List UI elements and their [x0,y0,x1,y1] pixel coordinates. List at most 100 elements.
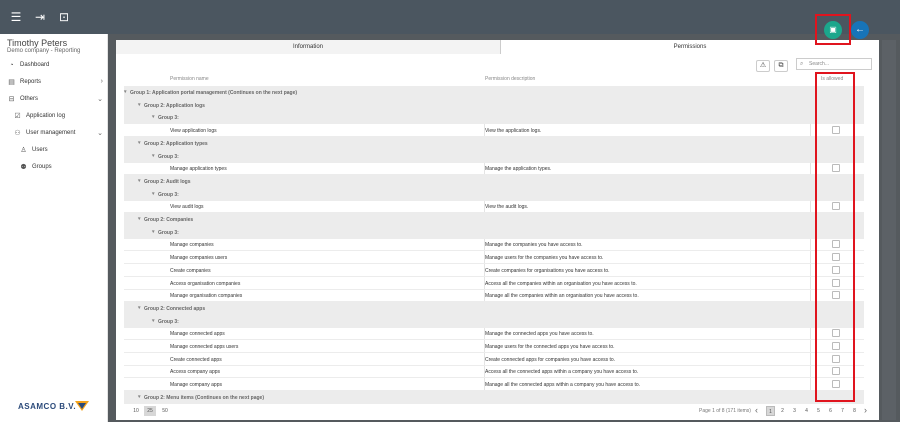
group-label: Group 2: Companies [144,217,194,223]
sidebar-item-label: User management [26,130,76,136]
permission-description: View the audit logs. [485,204,529,211]
group-label: Group 2: Application types [144,140,208,147]
groups-icon: ⚉ [20,164,27,171]
collapse-icon[interactable]: ▾ [138,394,141,400]
collapse-icon[interactable]: ▾ [152,318,155,324]
page-size-10[interactable]: 10 [130,406,142,416]
sidebar-item-user-management[interactable]: ⚇ User management ⌄ [0,127,108,141]
main-content: Information Permissions ⚠ ⧉ ⌕ Search... … [116,40,879,420]
collapse-icon[interactable]: ▾ [138,102,141,108]
sidebar-item-groups[interactable]: ⚉ Groups [0,161,108,175]
permission-name: View audit logs [170,204,204,211]
scrollbar[interactable] [882,40,896,420]
menu-icon[interactable]: ☰ [8,9,24,25]
group-row[interactable]: ▾ Group 2: Application types [124,136,864,150]
collapse-icon[interactable]: ▾ [152,229,155,235]
collapse-icon[interactable]: ▾ [138,140,141,146]
page-3[interactable]: 3 [790,406,799,416]
window-icon[interactable]: ⊡ [56,9,72,25]
group-row[interactable]: ▾ Group 2: Companies [124,213,864,226]
permission-name: Manage connected apps users [170,344,239,350]
collapse-icon[interactable]: ▾ [124,89,127,95]
tab-information[interactable]: Information [116,40,501,54]
group-label: Group 3: [158,318,179,325]
table-row: Create companies Create companies for org… [124,264,864,277]
top-bar: ☰ ⇥ ⊡ [0,0,900,34]
next-page-icon[interactable]: › [864,405,867,415]
group-row[interactable]: ▾ Group 3: [124,149,864,163]
group-label: Group 2: Menu items (Continues on the ne… [144,394,265,401]
page-6[interactable]: 6 [826,406,835,416]
page-5[interactable]: 5 [814,406,823,416]
group-label: Group 1: Application portal management (… [130,90,298,96]
collapse-icon[interactable]: ▾ [152,114,155,120]
permission-description: Manage users for the companies you have … [485,255,604,262]
logout-icon[interactable]: ⇥ [32,9,48,25]
warning-button[interactable]: ⚠ [756,60,770,72]
group-row[interactable]: ▾ Group 2: Audit logs [124,174,864,188]
chevron-right-icon: › [100,78,103,85]
sidebar-item-application-log[interactable]: ☑ Application log [0,110,108,124]
table-row: Manage companies users Manage users for t… [124,251,864,265]
collapse-icon[interactable]: ▾ [138,178,141,184]
group-row[interactable]: ▾ Group 3: [124,111,864,125]
table-row: Manage organisation companies Manage all … [124,289,864,303]
group-row[interactable]: ▾ Group 3: [124,225,864,239]
user-company: Demo company - Reporting [7,48,81,54]
group-row[interactable]: ▾ Group 1: Application portal management … [124,86,864,99]
permission-description: Manage all the connected apps within a c… [485,382,641,389]
page-1[interactable]: 1 [766,406,775,416]
group-label: Group 3: [158,153,179,160]
collapse-icon[interactable]: ▾ [152,191,155,197]
table-row: Manage application types Manage the appli… [124,162,864,176]
user-name: Timothy Peters [7,38,68,48]
page-4[interactable]: 4 [802,406,811,416]
page-size-50[interactable]: 50 [159,406,171,416]
table-header: Permission name Permission description I… [124,74,864,84]
log-icon: ☑ [14,113,21,120]
permission-name: Access organisation companies [170,280,241,287]
is-allowed-column-highlight [815,72,855,402]
collapse-icon[interactable]: ▾ [138,305,141,311]
group-row[interactable]: ▾ Group 2: Menu items (Continues on the n… [124,390,864,404]
permission-description: Manage the companies you have access to. [485,242,583,249]
prev-page-icon[interactable]: ‹ [755,405,758,415]
users-icon: ♙ [20,147,27,154]
sidebar-item-label: Groups [32,164,52,170]
page-7[interactable]: 7 [838,406,847,416]
collapse-icon[interactable]: ▾ [138,216,141,222]
permission-description: Manage all the companies within an organ… [485,293,639,300]
back-button[interactable]: ← [851,21,869,39]
group-label: Group 3: [158,229,179,236]
column-header-description[interactable]: Permission description [485,76,535,82]
sidebar-item-others[interactable]: ⊟ Others ⌄ [0,93,108,107]
group-label: Group 2: Connected apps [144,305,206,312]
sidebar-item-label: Others [20,96,39,102]
dashboard-icon: ◔ [9,62,14,69]
table-row: Access organisation companies Access all … [124,277,864,290]
collapse-icon[interactable]: ▾ [152,153,155,159]
group-row[interactable]: ▾ Group 3: [124,314,864,328]
sidebar-item-dashboard[interactable]: ◔ Dashboard [0,59,108,73]
warning-icon: ⚠ [759,62,767,69]
permission-description: Access all the companies within an organ… [485,280,637,287]
table-row: Create connected apps Create connected ap… [124,353,864,366]
table-row: Manage companies Manage the companies you… [124,238,864,252]
page-2[interactable]: 2 [778,406,787,416]
page-size-25[interactable]: 25 [144,406,156,416]
permission-description: Access all the connected apps within a c… [485,369,639,376]
sidebar-item-reports[interactable]: ▤ Reports › [0,76,108,90]
search-input[interactable]: ⌕ Search... [796,58,872,70]
group-row[interactable]: ▾ Group 2: Application logs [124,98,864,112]
copy-button[interactable]: ⧉ [774,60,788,72]
permission-name: View application logs [170,128,217,135]
sidebar-item-users[interactable]: ♙ Users [0,144,108,158]
permission-description: Manage the connected apps you have acces… [485,331,594,338]
permission-name: Manage companies users [170,255,228,262]
column-header-name[interactable]: Permission name [170,76,209,82]
page-8[interactable]: 8 [850,406,859,416]
sidebar-item-label: Reports [20,79,42,85]
group-row[interactable]: ▾ Group 3: [124,187,864,201]
tab-bar: Information Permissions [116,40,879,54]
group-row[interactable]: ▾ Group 2: Connected apps [124,301,864,315]
